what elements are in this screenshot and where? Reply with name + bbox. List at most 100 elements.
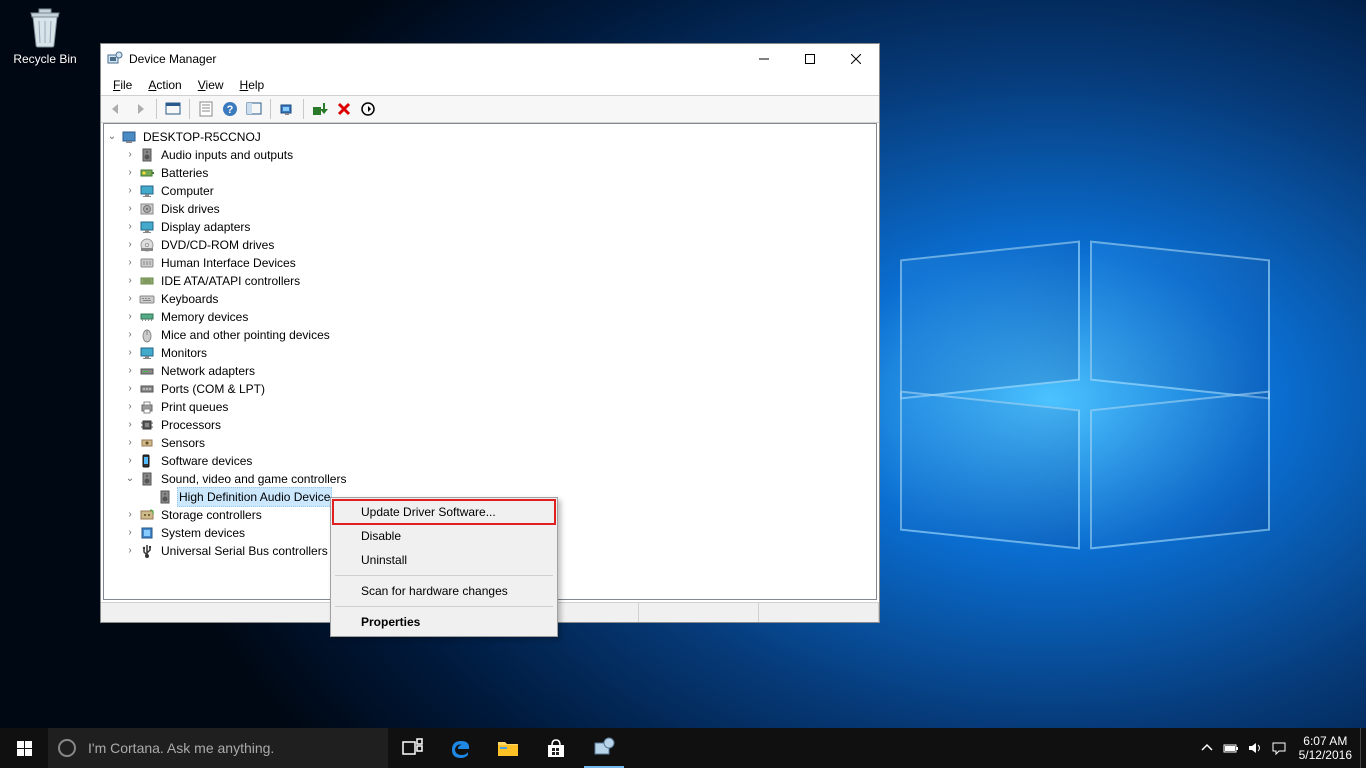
- tree-category-16[interactable]: › Sensors: [106, 434, 874, 452]
- expander-icon[interactable]: ›: [124, 383, 136, 395]
- task-view-button[interactable]: [388, 728, 436, 768]
- menu-file[interactable]: File: [105, 76, 140, 94]
- cortana-search[interactable]: I'm Cortana. Ask me anything.: [48, 728, 388, 768]
- device-icon: [139, 147, 155, 163]
- tree-category-3[interactable]: › Disk drives: [106, 200, 874, 218]
- close-button[interactable]: [833, 44, 879, 74]
- expander-icon[interactable]: ⌄: [106, 131, 118, 143]
- tree-node-label: Universal Serial Bus controllers: [159, 542, 330, 560]
- menu-properties[interactable]: Properties: [333, 610, 555, 634]
- device-icon: [157, 489, 173, 505]
- device-icon: [139, 291, 155, 307]
- tree-category-8[interactable]: › Keyboards: [106, 290, 874, 308]
- action-button[interactable]: [243, 98, 265, 120]
- tree-category-2[interactable]: › Computer: [106, 182, 874, 200]
- menu-scan-hardware[interactable]: Scan for hardware changes: [333, 579, 555, 603]
- scan-hardware-button[interactable]: [276, 98, 298, 120]
- menu-uninstall[interactable]: Uninstall: [333, 548, 555, 572]
- show-desktop-button[interactable]: [1360, 728, 1366, 768]
- tree-category-14[interactable]: › Print queues: [106, 398, 874, 416]
- expander-icon[interactable]: ›: [124, 455, 136, 467]
- expander-icon[interactable]: ›: [124, 437, 136, 449]
- device-icon: [139, 273, 155, 289]
- tray-chevron-up-icon[interactable]: [1195, 728, 1219, 768]
- expander-icon[interactable]: ›: [124, 221, 136, 233]
- expander-icon[interactable]: ›: [124, 329, 136, 341]
- tree-category-13[interactable]: › Ports (COM & LPT): [106, 380, 874, 398]
- update-driver-button[interactable]: [309, 98, 331, 120]
- properties-button[interactable]: [195, 98, 217, 120]
- expander-icon[interactable]: ›: [124, 365, 136, 377]
- menu-action[interactable]: Action: [140, 76, 189, 94]
- tree-category-17[interactable]: › Software devices: [106, 452, 874, 470]
- expander-icon[interactable]: ›: [124, 203, 136, 215]
- taskbar-file-explorer[interactable]: [484, 728, 532, 768]
- tray-action-center-icon[interactable]: [1267, 728, 1291, 768]
- tree-node-label: Monitors: [159, 344, 209, 362]
- taskbar-device-manager[interactable]: [580, 728, 628, 768]
- start-button[interactable]: [0, 728, 48, 768]
- menu-view[interactable]: View: [190, 76, 232, 94]
- clock-time: 6:07 AM: [1299, 734, 1352, 748]
- menubar: File Action View Help: [101, 74, 879, 95]
- tree-node-label: Keyboards: [159, 290, 220, 308]
- menu-disable[interactable]: Disable: [333, 524, 555, 548]
- recycle-bin-icon[interactable]: Recycle Bin: [10, 5, 80, 66]
- menu-help[interactable]: Help: [232, 76, 273, 94]
- tree-category-15[interactable]: › Processors: [106, 416, 874, 434]
- tree-category-9[interactable]: › Memory devices: [106, 308, 874, 326]
- tree-node-label: High Definition Audio Device: [177, 487, 332, 507]
- device-icon: [139, 165, 155, 181]
- uninstall-button[interactable]: [333, 98, 355, 120]
- menu-update-driver[interactable]: Update Driver Software...: [333, 500, 555, 524]
- device-icon: [139, 345, 155, 361]
- tree-category-6[interactable]: › Human Interface Devices: [106, 254, 874, 272]
- tree-node-label: Audio inputs and outputs: [159, 146, 295, 164]
- maximize-button[interactable]: [787, 44, 833, 74]
- tree-category-12[interactable]: › Network adapters: [106, 362, 874, 380]
- tree-category-7[interactable]: › IDE ATA/ATAPI controllers: [106, 272, 874, 290]
- expander-icon[interactable]: ›: [124, 257, 136, 269]
- expander-icon[interactable]: ›: [124, 185, 136, 197]
- expander-icon[interactable]: ›: [124, 149, 136, 161]
- taskbar-edge[interactable]: [436, 728, 484, 768]
- expander-icon[interactable]: ⌄: [124, 473, 136, 485]
- expander-icon[interactable]: [142, 491, 154, 503]
- device-icon: [139, 417, 155, 433]
- tree-category-18[interactable]: ⌄ Sound, video and game controllers: [106, 470, 874, 488]
- show-hide-console-button[interactable]: [162, 98, 184, 120]
- forward-button[interactable]: [129, 98, 151, 120]
- expander-icon[interactable]: ›: [124, 527, 136, 539]
- tree-node-label: Network adapters: [159, 362, 257, 380]
- back-button[interactable]: [105, 98, 127, 120]
- tree-root[interactable]: ⌄ DESKTOP-R5CCNOJ: [106, 128, 874, 146]
- expander-icon[interactable]: ›: [124, 347, 136, 359]
- tree-node-label: Print queues: [159, 398, 230, 416]
- expander-icon[interactable]: ›: [124, 293, 136, 305]
- tree-category-1[interactable]: › Batteries: [106, 164, 874, 182]
- expander-icon[interactable]: ›: [124, 401, 136, 413]
- app-icon: [107, 51, 123, 67]
- tree-category-4[interactable]: › Display adapters: [106, 218, 874, 236]
- tray-volume-icon[interactable]: [1243, 728, 1267, 768]
- expander-icon[interactable]: ›: [124, 419, 136, 431]
- tray-battery-icon[interactable]: [1219, 728, 1243, 768]
- expander-icon[interactable]: ›: [124, 167, 136, 179]
- expander-icon[interactable]: ›: [124, 545, 136, 557]
- tree-category-5[interactable]: › DVD/CD-ROM drives: [106, 236, 874, 254]
- device-icon: [139, 381, 155, 397]
- tree-category-0[interactable]: › Audio inputs and outputs: [106, 146, 874, 164]
- expander-icon[interactable]: ›: [124, 275, 136, 287]
- expander-icon[interactable]: ›: [124, 239, 136, 251]
- taskbar-clock[interactable]: 6:07 AM 5/12/2016: [1291, 734, 1360, 762]
- help-button[interactable]: ?: [219, 98, 241, 120]
- taskbar-store[interactable]: [532, 728, 580, 768]
- minimize-button[interactable]: [741, 44, 787, 74]
- titlebar[interactable]: Device Manager: [101, 44, 879, 74]
- expander-icon[interactable]: ›: [124, 311, 136, 323]
- tree-category-10[interactable]: › Mice and other pointing devices: [106, 326, 874, 344]
- expander-icon[interactable]: ›: [124, 509, 136, 521]
- tree-category-11[interactable]: › Monitors: [106, 344, 874, 362]
- tree-node-label: Memory devices: [159, 308, 250, 326]
- disable-button[interactable]: [357, 98, 379, 120]
